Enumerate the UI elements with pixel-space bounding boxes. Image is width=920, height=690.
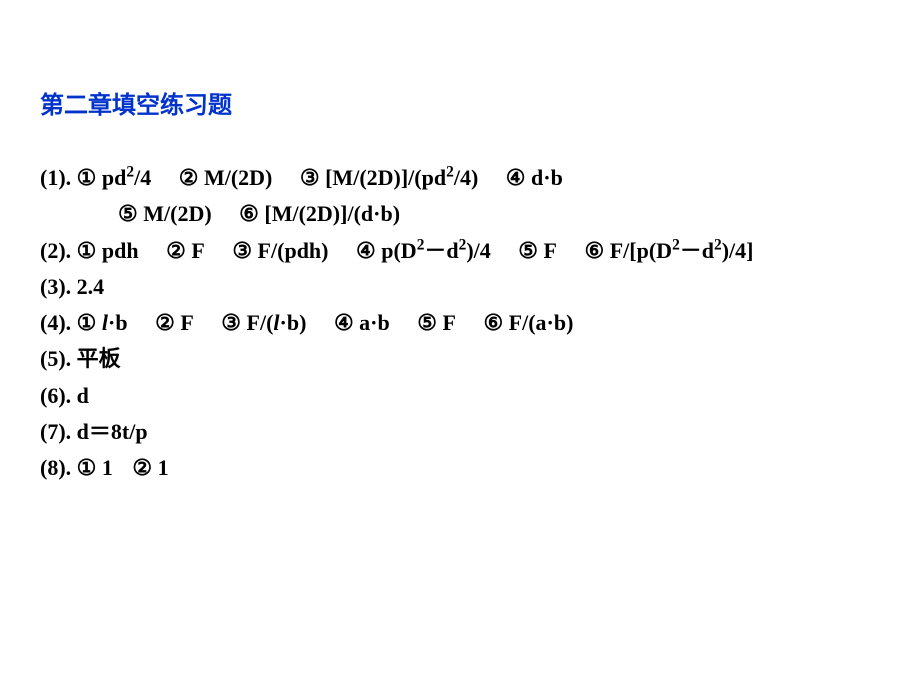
q4-a1-label: ①: [77, 310, 97, 335]
q6-line: (6). d: [40, 378, 890, 414]
q4-a6-label: ⑥: [483, 310, 503, 335]
q2-a2: F: [191, 238, 204, 263]
q2-a1: pdh: [102, 238, 139, 263]
q1-num: (1).: [40, 165, 71, 190]
q2-a5-label: ⑤: [518, 238, 538, 263]
q6-a: d: [77, 383, 89, 408]
q1-a6-label: ⑥: [239, 201, 259, 226]
q1-line1: (1). ① pd2/4 ② M/(2D) ③ [M/(2D)]/(pd2/4)…: [40, 160, 890, 196]
q1-a4-label: ④: [506, 165, 526, 190]
q8-a1: 1: [102, 455, 113, 480]
q2-line: (2). ① pdh ② F ③ F/(pdh) ④ p(D2－d2)/4 ⑤ …: [40, 233, 890, 269]
q4-a1: l·b: [102, 310, 128, 335]
q3-a: 2.4: [77, 274, 105, 299]
q8-a2-label: ②: [132, 455, 152, 480]
q4-a3-label: ③: [221, 310, 241, 335]
q2-a6: F/[p(D2－d2)/4]: [610, 238, 754, 263]
q1-a6: [M/(2D)]/(d·b): [264, 201, 400, 226]
q1-a2: M/(2D): [204, 165, 272, 190]
content-block: (1). ① pd2/4 ② M/(2D) ③ [M/(2D)]/(pd2/4)…: [40, 160, 890, 487]
q2-a4: p(D2－d2)/4: [381, 238, 491, 263]
q2-a2-label: ②: [166, 238, 186, 263]
q2-a6-label: ⑥: [584, 238, 604, 263]
q1-a3-label: ③: [300, 165, 320, 190]
q5-line: (5). 平板: [40, 341, 890, 377]
q4-a2-label: ②: [155, 310, 175, 335]
q2-a4-label: ④: [356, 238, 376, 263]
q4-a5: F: [442, 310, 455, 335]
q1-a5-label: ⑤: [118, 201, 138, 226]
q2-num: (2).: [40, 238, 71, 263]
q1-a1: pd2/4: [102, 165, 151, 190]
q4-a3: F/(l·b): [247, 310, 307, 335]
q3-line: (3). 2.4: [40, 269, 890, 305]
q7-num: (7).: [40, 419, 71, 444]
q1-a2-label: ②: [179, 165, 199, 190]
q2-a3-label: ③: [232, 238, 252, 263]
q1-a4: d·b: [531, 165, 563, 190]
q4-a5-label: ⑤: [417, 310, 437, 335]
section-title: 第二章填空练习题: [40, 85, 890, 120]
q5-a: 平板: [77, 346, 121, 371]
q2-a3: F/(pdh): [258, 238, 329, 263]
q2-a1-label: ①: [77, 238, 97, 263]
q8-a1-label: ①: [77, 455, 97, 480]
q3-num: (3).: [40, 274, 71, 299]
q7-line: (7). d＝8t/p: [40, 414, 890, 450]
q8-a2: 1: [158, 455, 169, 480]
q1-a1-label: ①: [77, 165, 97, 190]
q2-a5: F: [544, 238, 557, 263]
q5-num: (5).: [40, 346, 71, 371]
q4-a6: F/(a·b): [509, 310, 574, 335]
q8-num: (8).: [40, 455, 71, 480]
q4-a4-label: ④: [334, 310, 354, 335]
q1-a5: M/(2D): [143, 201, 211, 226]
q7-a: d＝8t/p: [77, 419, 148, 444]
q1-line2: ⑤ M/(2D) ⑥ [M/(2D)]/(d·b): [40, 196, 890, 232]
q4-num: (4).: [40, 310, 71, 335]
q4-a4: a·b: [359, 310, 390, 335]
q6-num: (6).: [40, 383, 71, 408]
q1-a3: [M/(2D)]/(pd2/4): [325, 165, 478, 190]
q8-line: (8). ① 1 ② 1: [40, 450, 890, 486]
q4-line: (4). ① l·b ② F ③ F/(l·b) ④ a·b ⑤ F ⑥ F/(…: [40, 305, 890, 341]
q4-a2: F: [180, 310, 193, 335]
